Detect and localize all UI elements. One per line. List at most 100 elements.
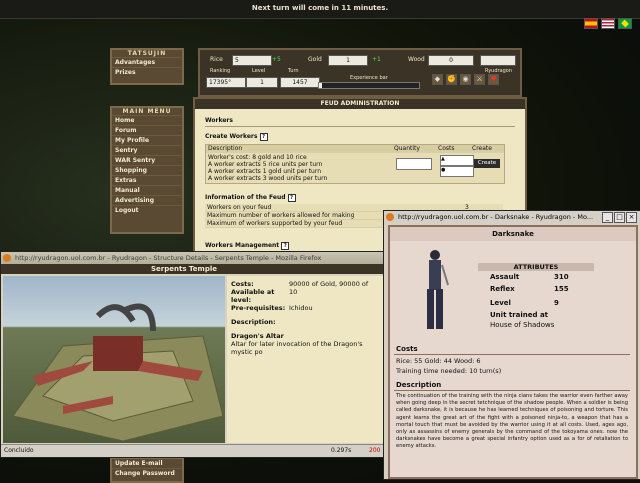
menu-item-home[interactable]: Home	[112, 115, 182, 125]
temple-heading: Serpents Temple	[1, 264, 386, 274]
structure-details-window: http://ryudragon.uol.com.br - Ryudragon …	[0, 251, 387, 458]
description-heading: Description	[396, 381, 442, 389]
status-code: 200	[369, 447, 381, 454]
resources-panel: Rice 5 +5 Gold 1 +1 Wood 0 Ryudragon Ran…	[198, 48, 522, 97]
minimize-button[interactable]: _	[602, 212, 613, 223]
attributes-header: ATTRIBUTES	[478, 263, 594, 271]
menu-item-change-password[interactable]: Change Password	[112, 468, 182, 478]
trained-at-label: Unit trained at	[490, 311, 549, 319]
menu-item-logout[interactable]: Logout	[112, 205, 182, 215]
worker-rice-line: A worker extracts 5 rice units per turn	[208, 161, 323, 168]
description-label: Description:	[231, 318, 276, 326]
worker-cost-line: Worker's cost: 8 gold and 10 rice	[208, 154, 307, 161]
workers-management-heading: Workers Management ?	[205, 242, 290, 250]
gold-value: 1	[328, 55, 368, 66]
unit-costs-line: Rice: 55 Gold: 44 Wood: 6	[396, 357, 481, 365]
gold-income: +1	[372, 56, 381, 63]
menu-item-shopping[interactable]: Shopping	[112, 165, 182, 175]
menu-item-sentry[interactable]: Sentry	[112, 145, 182, 155]
eye-icon[interactable]: ◉	[460, 74, 471, 85]
firefox-icon	[386, 213, 394, 221]
level-label: Level	[252, 68, 266, 74]
main-menu: MAIN MENU Home Forum My Profile Sentry W…	[110, 106, 184, 234]
level-value: 1	[246, 77, 278, 88]
temple-details: Costs: 90000 of Gold, 90000 of Available …	[227, 276, 385, 443]
status-bar: Concluído 0.297s 200	[1, 444, 386, 457]
menu-item-prizes[interactable]: Prizes	[112, 67, 182, 77]
turn-timer-bar: Next turn will come in 11 minutes.	[0, 0, 640, 19]
menu-item-extras[interactable]: Extras	[112, 175, 182, 185]
assault-label: Assault	[490, 273, 520, 281]
unit-window-titlebar[interactable]: http://ryudragon.uol.com.br - Darksnake …	[384, 211, 640, 223]
wood-value: 0	[428, 55, 474, 66]
rice-value: 5	[232, 55, 272, 66]
available-level-label: Available at level:	[231, 288, 275, 304]
close-button[interactable]: ×	[626, 212, 637, 223]
brazil-flag-icon[interactable]	[618, 18, 632, 29]
workers-heading: Workers	[205, 117, 233, 124]
dragons-altar-text: Altar for later invocation of the Dragon…	[231, 340, 363, 356]
turn-label: Turn	[288, 68, 299, 74]
experience-bar	[318, 82, 420, 89]
rice-cost-icon: ▲	[440, 155, 474, 166]
us-flag-icon[interactable]	[601, 18, 615, 29]
tatsujin-menu: TATSUJIN Advantages Prizes	[110, 48, 184, 85]
rice-label: Rice	[210, 56, 223, 63]
rice-income: +5	[272, 56, 281, 63]
sword-icon[interactable]: ⚔	[474, 74, 485, 85]
fist-icon[interactable]: ✊	[446, 74, 457, 85]
col-create: Create	[472, 145, 492, 152]
spanish-flag-icon[interactable]	[584, 18, 598, 29]
menu-item-forum[interactable]: Forum	[112, 125, 182, 135]
reflex-label: Reflex	[490, 285, 515, 293]
coins-icon[interactable]: ◆	[432, 74, 443, 85]
firefox-icon	[3, 254, 11, 262]
costs-value: 90000 of Gold, 90000 of	[289, 280, 369, 288]
available-level-value: 10	[289, 288, 298, 296]
darksnake-portrait	[427, 250, 449, 329]
prereq-value: Ichidou	[289, 304, 313, 312]
wood-label: Wood	[408, 56, 425, 63]
empty-resource-slot	[480, 55, 516, 66]
worker-wood-line: A worker extracts 3 wood units per turn	[208, 175, 328, 182]
account-menu: Update E-mail Change Password	[110, 457, 184, 483]
feud-info-heading: Information of the Feud ?	[205, 194, 296, 202]
heart-icon[interactable]: ♥	[488, 74, 499, 85]
status-text: Concluído	[4, 447, 34, 454]
assault-value: 310	[554, 273, 569, 281]
menu-item-advantages[interactable]: Advantages	[112, 57, 182, 67]
unit-name: Darksnake	[390, 227, 636, 241]
unit-description: The continuation of the training with th…	[396, 393, 628, 450]
gold-label: Gold	[308, 56, 322, 63]
help-icon[interactable]: ?	[287, 194, 296, 202]
menu-item-advertising[interactable]: Advertising	[112, 195, 182, 205]
costs-label: Costs:	[231, 280, 254, 288]
language-flags	[584, 18, 632, 30]
main-menu-title: MAIN MENU	[122, 108, 172, 115]
worker-quantity-input[interactable]	[396, 158, 432, 170]
col-description: Description	[208, 145, 243, 152]
reflex-value: 155	[554, 285, 569, 293]
create-workers-table: Description Quantity Costs Create Worker…	[205, 144, 505, 184]
unit-card: Darksnake ATTRIBUTES Assault 310 Reflex 15…	[388, 225, 638, 479]
structure-window-titlebar[interactable]: http://ryudragon.uol.com.br - Ryudragon …	[1, 252, 386, 264]
trained-at-value: House of Shadows	[490, 321, 555, 329]
experience-bar-label: Experience bar	[350, 75, 388, 81]
temple-illustration	[12, 303, 224, 442]
create-workers-button[interactable]: Create	[474, 159, 500, 168]
help-icon[interactable]: ?	[281, 242, 290, 250]
worker-gold-line: A worker extracts 1 gold unit per turn	[208, 168, 322, 175]
create-workers-heading: Create Workers ?	[205, 133, 268, 141]
maximize-button[interactable]: □	[614, 212, 625, 223]
menu-item-war-sentry[interactable]: WAR Sentry	[112, 155, 182, 165]
level-value: 9	[554, 299, 559, 307]
help-icon[interactable]: ?	[259, 133, 268, 141]
structure-window-title: http://ryudragon.uol.com.br - Ryudragon …	[15, 254, 322, 262]
ranking-value: 17395°	[206, 77, 246, 88]
menu-item-manual[interactable]: Manual	[112, 185, 182, 195]
ranking-label: Ranking	[210, 68, 231, 74]
dragons-altar-title: Dragon's Altar	[231, 332, 284, 340]
feud-title: FEUD ADMINISTRATION	[195, 99, 525, 109]
menu-item-update-email[interactable]: Update E-mail	[112, 459, 182, 468]
menu-item-my-profile[interactable]: My Profile	[112, 135, 182, 145]
